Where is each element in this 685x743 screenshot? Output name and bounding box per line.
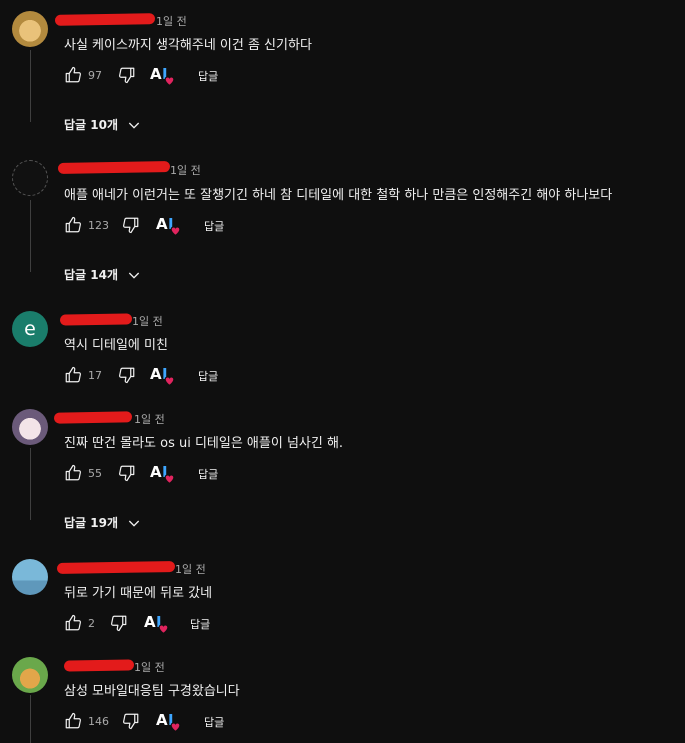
chevron-down-icon xyxy=(128,272,140,279)
replies-label: 답글 19개 xyxy=(64,516,118,530)
like-count: 146 xyxy=(88,714,109,728)
comment-actions: 146 AI 답글 xyxy=(64,710,264,734)
thumbs-down-icon[interactable] xyxy=(122,216,140,234)
heart-icon xyxy=(164,474,175,485)
dislike-button[interactable] xyxy=(118,366,136,384)
comment-text: 애플 애네가 이런거는 또 잘챙기긴 하네 참 디테일에 대한 철학 하나 만큼… xyxy=(64,188,613,203)
like-count: 123 xyxy=(88,218,109,232)
avatar[interactable] xyxy=(12,559,48,595)
thread-line xyxy=(30,50,31,122)
view-replies-button[interactable]: 답글 19개 xyxy=(64,514,142,531)
replies-label: 답글 10개 xyxy=(64,118,118,132)
redacted-author-name xyxy=(63,659,135,672)
redacted-author-name xyxy=(53,411,133,424)
like-button[interactable]: 55 xyxy=(64,464,102,482)
dislike-button[interactable] xyxy=(122,216,140,234)
thread-line xyxy=(30,448,31,520)
avatar[interactable] xyxy=(12,657,48,693)
chevron-down-icon xyxy=(128,122,140,129)
redacted-author-name xyxy=(57,161,171,174)
thumbs-down-icon[interactable] xyxy=(118,464,136,482)
comment-timestamp: 1일 전 xyxy=(156,15,187,28)
thumbs-down-icon[interactable] xyxy=(110,614,128,632)
comment-text: 뒤로 가기 때문에 뒤로 갔네 xyxy=(64,586,213,601)
thumbs-down-icon[interactable] xyxy=(122,712,140,730)
reply-button[interactable]: 답글 xyxy=(198,466,218,482)
like-count: 2 xyxy=(88,616,95,630)
dislike-button[interactable] xyxy=(110,614,128,632)
like-button[interactable]: 17 xyxy=(64,366,102,384)
avatar[interactable]: e xyxy=(12,311,48,347)
avatar[interactable] xyxy=(12,11,48,47)
comment-actions: 97 AI 답글 xyxy=(64,64,264,88)
comment-timestamp: 1일 전 xyxy=(170,164,201,177)
avatar[interactable] xyxy=(12,160,48,196)
heart-icon xyxy=(164,376,175,387)
reply-button[interactable]: 답글 xyxy=(204,218,224,234)
comment-actions: 123 AI 답글 xyxy=(64,214,264,238)
redacted-author-name xyxy=(59,313,133,326)
thread-line xyxy=(30,695,31,743)
dislike-button[interactable] xyxy=(122,712,140,730)
heart-icon xyxy=(158,624,169,635)
comment-text: 진짜 딴건 몰라도 os ui 디테일은 애플이 넘사긴 해. xyxy=(64,436,344,451)
heart-icon xyxy=(170,226,181,237)
comment-text: 삼성 모바일대응팀 구경왔습니다 xyxy=(64,684,240,699)
creator-heart-badge: AI xyxy=(148,364,176,387)
reply-button[interactable]: 답글 xyxy=(198,68,218,84)
like-button[interactable]: 146 xyxy=(64,712,109,730)
reply-button[interactable]: 답글 xyxy=(198,368,218,384)
redacted-author-name xyxy=(54,13,156,26)
like-button[interactable]: 2 xyxy=(64,614,95,632)
like-count: 17 xyxy=(88,368,102,382)
comment-actions: 55 AI 답글 xyxy=(64,462,264,486)
comment-actions: 2 AI 답글 xyxy=(64,612,264,636)
creator-heart-badge: AI xyxy=(148,64,176,87)
comment-timestamp: 1일 전 xyxy=(134,661,165,674)
chevron-down-icon xyxy=(128,520,140,527)
thumbs-up-icon[interactable] xyxy=(64,366,82,384)
comment-text: 역시 디테일에 미친 xyxy=(64,338,168,353)
creator-heart-badge: AI xyxy=(154,214,182,237)
thumbs-up-icon[interactable] xyxy=(64,216,82,234)
thumbs-up-icon[interactable] xyxy=(64,464,82,482)
comment-timestamp: 1일 전 xyxy=(175,563,206,576)
view-replies-button[interactable]: 답글 14개 xyxy=(64,266,142,283)
like-count: 97 xyxy=(88,68,102,82)
like-count: 55 xyxy=(88,466,102,480)
creator-heart-badge: AI xyxy=(142,612,170,635)
comment-timestamp: 1일 전 xyxy=(132,315,163,328)
heart-icon xyxy=(170,722,181,733)
thumbs-up-icon[interactable] xyxy=(64,614,82,632)
thumbs-down-icon[interactable] xyxy=(118,66,136,84)
reply-button[interactable]: 답글 xyxy=(190,616,210,632)
view-replies-button[interactable]: 답글 10개 xyxy=(64,116,142,133)
creator-heart-badge: AI xyxy=(148,462,176,485)
reply-button[interactable]: 답글 xyxy=(204,714,224,730)
thread-line xyxy=(30,200,31,272)
thumbs-down-icon[interactable] xyxy=(118,366,136,384)
replies-label: 답글 14개 xyxy=(64,268,118,282)
comment-text: 사실 케이스까지 생각해주네 이건 좀 신기하다 xyxy=(64,38,312,53)
heart-icon xyxy=(164,76,175,87)
redacted-author-name xyxy=(56,560,176,575)
dislike-button[interactable] xyxy=(118,66,136,84)
dislike-button[interactable] xyxy=(118,464,136,482)
comment-actions: 17 AI 답글 xyxy=(64,364,264,388)
avatar[interactable] xyxy=(12,409,48,445)
comment-timestamp: 1일 전 xyxy=(134,413,165,426)
avatar-letter: e xyxy=(24,318,36,340)
like-button[interactable]: 97 xyxy=(64,66,102,84)
like-button[interactable]: 123 xyxy=(64,216,109,234)
thumbs-up-icon[interactable] xyxy=(64,66,82,84)
thumbs-up-icon[interactable] xyxy=(64,712,82,730)
creator-heart-badge: AI xyxy=(154,710,182,733)
